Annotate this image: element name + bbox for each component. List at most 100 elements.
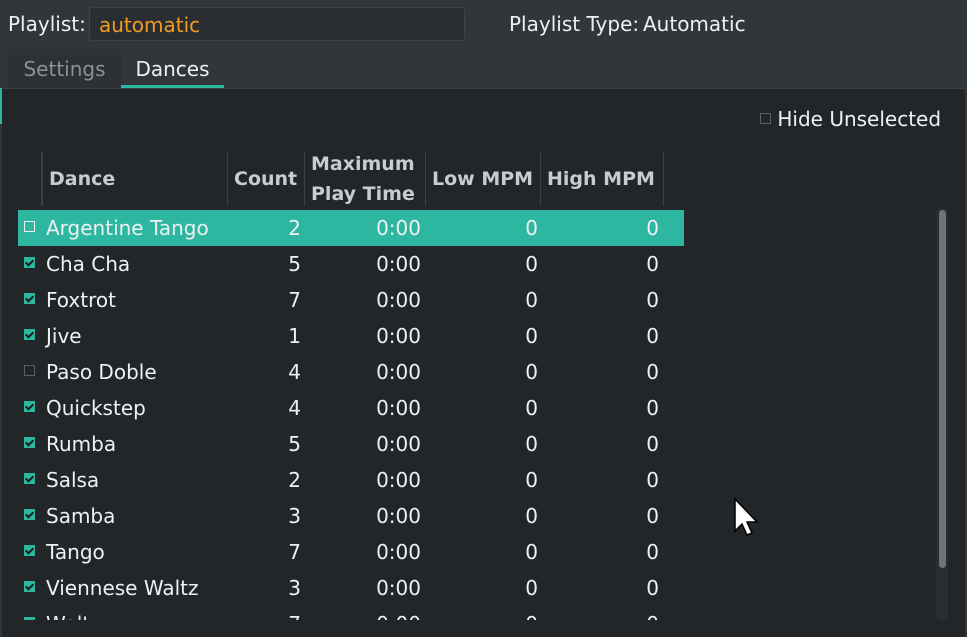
header-max-play-time-line2: Play Time [311, 183, 415, 205]
header-count[interactable]: Count [228, 152, 305, 206]
row-checkbox[interactable] [24, 215, 35, 239]
dance-count: 1 [288, 324, 301, 348]
dance-max-play-time: 0:00 [376, 252, 421, 276]
dance-max-play-time: 0:00 [376, 216, 421, 240]
dance-high-mpm: 0 [646, 396, 659, 420]
dance-low-mpm: 0 [525, 324, 538, 348]
header-max-play-time[interactable]: Maximum Play Time [305, 152, 426, 206]
dance-high-mpm: 0 [646, 252, 659, 276]
checked-box-icon[interactable] [24, 509, 35, 520]
dance-count: 2 [288, 468, 301, 492]
playlist-name-value: automatic [99, 13, 201, 37]
dance-count: 2 [288, 216, 301, 240]
row-checkbox[interactable] [24, 251, 35, 275]
row-checkbox[interactable] [24, 539, 35, 563]
checked-box-icon[interactable] [24, 329, 35, 340]
dance-high-mpm: 0 [646, 576, 659, 600]
tab-bar: Settings Dances [0, 49, 967, 88]
header-max-play-time-line1: Maximum [311, 153, 415, 175]
dance-max-play-time: 0:00 [376, 288, 421, 312]
dance-high-mpm: 0 [646, 432, 659, 456]
dance-high-mpm: 0 [646, 468, 659, 492]
dance-count: 3 [288, 504, 301, 528]
row-checkbox[interactable] [24, 323, 35, 347]
header-low-mpm[interactable]: Low MPM [426, 152, 541, 206]
header-check-column[interactable] [18, 152, 42, 206]
dance-low-mpm: 0 [525, 288, 538, 312]
scrollbar-thumb[interactable] [939, 210, 946, 568]
dance-name: Waltz [46, 612, 101, 620]
dance-name: Foxtrot [46, 288, 116, 312]
playlist-name-input[interactable]: automatic [89, 7, 465, 41]
table-row[interactable]: Waltz 7 0:00 00 [18, 606, 684, 620]
dance-count: 3 [288, 576, 301, 600]
dance-high-mpm: 0 [646, 504, 659, 528]
table-row[interactable]: Viennese Waltz 3 0:00 0 0 [18, 570, 684, 606]
hide-unselected-label: Hide Unselected [777, 107, 942, 131]
unchecked-box-icon[interactable] [24, 221, 35, 232]
checked-box-icon[interactable] [24, 617, 35, 620]
dance-low-mpm: 0 [525, 576, 538, 600]
dance-low-mpm: 0 [525, 252, 538, 276]
table-row[interactable]: Paso Doble 4 0:00 0 0 [18, 354, 684, 390]
dance-count: 4 [288, 396, 301, 420]
dance-name: Rumba [46, 432, 117, 456]
dance-name: Samba [46, 504, 116, 528]
dance-name: Argentine Tango [46, 216, 209, 240]
playlist-type-value: Automatic [643, 12, 746, 36]
row-checkbox[interactable] [24, 575, 35, 599]
dance-count: 5 [288, 252, 301, 276]
dance-count: 5 [288, 432, 301, 456]
dance-max-play-time: 0:00 [305, 612, 421, 620]
dance-max-play-time: 0:00 [376, 504, 421, 528]
dance-max-play-time: 0:00 [376, 576, 421, 600]
dance-low-mpm: 0 [525, 468, 538, 492]
row-checkbox[interactable] [24, 503, 35, 527]
dance-high-mpm: 0 [646, 288, 659, 312]
dance-count: 7 [288, 540, 301, 564]
checked-box-icon[interactable] [24, 293, 35, 304]
row-checkbox[interactable] [24, 359, 35, 383]
checked-box-icon[interactable] [24, 473, 35, 484]
table-row[interactable]: Quickstep 4 0:00 0 0 [18, 390, 684, 426]
tab-dances[interactable]: Dances [121, 49, 224, 88]
checked-box-icon[interactable] [24, 437, 35, 448]
header-high-mpm[interactable]: High MPM [541, 152, 664, 206]
table-row[interactable]: Foxtrot 7 0:00 0 0 [18, 282, 684, 318]
row-checkbox[interactable] [24, 611, 35, 620]
checked-box-icon[interactable] [24, 257, 35, 268]
hide-unselected-box[interactable] [760, 113, 771, 124]
dance-high-mpm: 0 [646, 360, 659, 384]
tab-settings[interactable]: Settings [8, 49, 121, 88]
dance-high-mpm: 0 [646, 540, 659, 564]
dance-low-mpm: 0 [525, 360, 538, 384]
table-row[interactable]: Salsa 2 0:00 0 0 [18, 462, 684, 498]
table-row[interactable]: Samba 3 0:00 0 0 [18, 498, 684, 534]
checked-box-icon[interactable] [24, 401, 35, 412]
dance-name: Cha Cha [46, 252, 131, 276]
dance-name: Tango [46, 540, 105, 564]
table-row[interactable]: Argentine Tango 2 0:00 0 0 [18, 210, 684, 246]
header-dance[interactable]: Dance [42, 152, 228, 206]
row-checkbox[interactable] [24, 467, 35, 491]
dance-low-mpm: 0 [525, 504, 538, 528]
dance-table-body: Argentine Tango 2 0:00 0 0 Cha Cha 5 0:00 0 0 Foxt… [18, 210, 684, 620]
table-row[interactable]: Tango 7 0:00 0 0 [18, 534, 684, 570]
table-row[interactable]: Jive 1 0:00 0 0 [18, 318, 684, 354]
mouse-pointer-icon [734, 498, 759, 536]
playlist-label: Playlist: [8, 12, 86, 36]
dance-max-play-time: 0:00 [376, 396, 421, 420]
dance-low-mpm: 0 [525, 432, 538, 456]
checked-box-icon[interactable] [24, 581, 35, 592]
row-checkbox[interactable] [24, 431, 35, 455]
unchecked-box-icon[interactable] [24, 365, 35, 376]
table-row[interactable]: Cha Cha 5 0:00 0 0 [18, 246, 684, 282]
panel-edge-indicator [0, 88, 2, 124]
dance-name: Paso Doble [46, 360, 157, 384]
row-checkbox[interactable] [24, 287, 35, 311]
table-row[interactable]: Rumba 5 0:00 0 0 [18, 426, 684, 462]
dance-count: 4 [288, 360, 301, 384]
hide-unselected-checkbox[interactable]: Hide Unselected [760, 107, 941, 131]
row-checkbox[interactable] [24, 395, 35, 419]
checked-box-icon[interactable] [24, 545, 35, 556]
